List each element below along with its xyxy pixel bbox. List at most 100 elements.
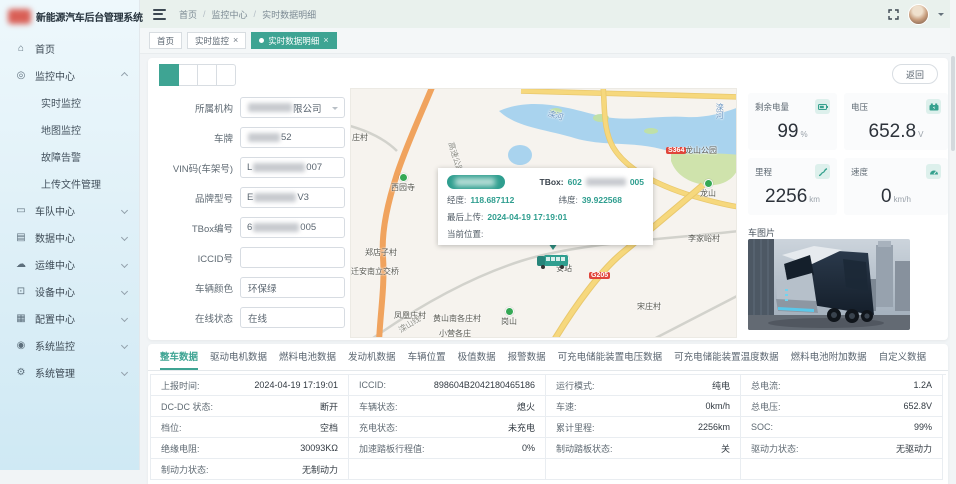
tag-dot (259, 38, 265, 43)
tag-view[interactable]: 实时数据明细 × (251, 32, 337, 49)
sidebar-item[interactable]: 实时监控 (0, 89, 139, 116)
detail-tab[interactable]: 整车数据 (160, 344, 199, 370)
sidebar-item[interactable]: ◎ 监控中心 (0, 62, 139, 89)
panel-tab[interactable] (197, 64, 217, 86)
tag-view[interactable]: 实时监控 × (187, 32, 247, 49)
detail-tab[interactable]: 车辆位置 (408, 344, 446, 370)
cell-key: 驱动力状态: (751, 443, 799, 454)
stat-label: 电压 (851, 101, 869, 112)
sidebar-collapse-icon[interactable] (153, 8, 166, 20)
form-input[interactable]: 在线 (240, 307, 345, 328)
tag-close-icon[interactable]: × (233, 36, 238, 45)
sidebar-item-icon: ⌂ (17, 43, 25, 54)
stat-label: 速度 (851, 166, 869, 177)
detail-tab[interactable]: 极值数据 (458, 344, 496, 370)
detail-tab[interactable]: 燃料电池数据 (279, 344, 336, 370)
trend-route-icon (815, 164, 830, 179)
sidebar-item-icon: ☁ (16, 259, 26, 270)
sidebar-item[interactable]: ☁ 运维中心 (0, 251, 139, 278)
form-label: ICCID号 (197, 253, 233, 265)
form-row: TBox编号 6 005 (152, 217, 345, 238)
cell-value: 30093KΩ (300, 443, 338, 453)
form-row: VIN码(车架号) L 007 (152, 157, 345, 178)
panel-tab[interactable] (159, 64, 179, 86)
sidebar-item[interactable]: ▤ 数据中心 (0, 224, 139, 251)
voltage-battery-icon (926, 99, 941, 114)
cell-value: 熄火 (516, 401, 535, 412)
sidebar-item-icon: ▤ (16, 232, 26, 243)
form-label: 车辆颜色 (194, 283, 233, 295)
form-input[interactable]: L 007 (240, 157, 345, 178)
sidebar-item[interactable]: ⚙ 系统管理 (0, 359, 139, 386)
sidebar-item[interactable]: ▦ 配置中心 (0, 305, 139, 332)
sidebar-item[interactable]: ⊡ 设备中心 (0, 278, 139, 305)
map-label: 龙山 (700, 179, 716, 198)
sidebar-item-icon: ⚙ (16, 367, 26, 378)
detail-cell: 档位: 空档 (151, 417, 349, 438)
panel-tab[interactable] (216, 64, 236, 86)
breadcrumb-item[interactable]: 监控中心 (212, 8, 248, 21)
form-input[interactable]: 限公司 (240, 97, 345, 118)
chevron-down-icon (120, 206, 129, 215)
chevron-down-icon (120, 287, 129, 296)
detail-tab[interactable]: 发动机数据 (348, 344, 396, 370)
user-menu-caret-icon[interactable] (938, 12, 944, 19)
sidebar-item-icon: ▦ (16, 313, 26, 324)
form-input[interactable]: 环保绿 (240, 277, 345, 298)
sidebar-item[interactable]: 故障告警 (0, 143, 139, 170)
detail-cell: 运行模式: 纯电 (546, 375, 741, 396)
sidebar-item[interactable]: 地图监控 (0, 116, 139, 143)
detail-cell: 总电压: 652.8V (741, 396, 943, 417)
sidebar-item[interactable]: ▭ 车队中心 (0, 197, 139, 224)
scrollbar-thumb[interactable] (951, 56, 955, 151)
tag-view[interactable]: 首页 (149, 32, 183, 49)
fullscreen-icon[interactable] (888, 8, 899, 20)
detail-tab[interactable]: 驱动电机数据 (210, 344, 267, 370)
tbox-label: TBox: (539, 177, 564, 187)
cell-value: 2256km (697, 422, 730, 432)
map-poi-icon (703, 179, 713, 188)
location-label: 当前位置: (447, 229, 484, 239)
tag-view-bar: 首页 实时监控 × 实时数据明细 × (140, 28, 956, 54)
detail-tab[interactable]: 可充电储能装置电压数据 (558, 344, 663, 370)
sidebar-item[interactable]: ⌂ 首页 (0, 35, 139, 62)
detail-cell: 充电状态: 未充电 (349, 417, 546, 438)
form-input[interactable]: E V3 (240, 187, 345, 208)
tag-close-icon[interactable]: × (323, 36, 328, 45)
masked-text (248, 103, 292, 112)
form-input[interactable]: 6 005 (240, 217, 345, 238)
form-label: 车牌 (213, 133, 233, 145)
cell-value: 无驱动力 (895, 443, 932, 454)
sidebar-item-icon: ◎ (16, 70, 26, 81)
map-label: S364 (666, 147, 687, 154)
panel-tabs (159, 64, 236, 86)
stat-value: 2256 (765, 186, 808, 207)
map-label: 岗山 (501, 307, 517, 326)
chevron-down-icon (120, 233, 129, 242)
sidebar-item[interactable]: 上传文件管理 (0, 170, 139, 197)
map-label: 滦河 (715, 103, 725, 119)
cell-key: 绝缘电阻: (161, 443, 200, 454)
form-input[interactable]: 52 (240, 127, 345, 148)
sidebar-item[interactable]: ◉ 系统监控 (0, 332, 139, 359)
panel-tab[interactable] (178, 64, 198, 86)
detail-tab[interactable]: 自定义数据 (879, 344, 927, 370)
map-label: 小营各庄 (439, 329, 471, 338)
tbox-suffix: 005 (629, 177, 644, 187)
map-canvas[interactable]: 庄村 西园寺 郑店子村 迁安南立交桥 凤凰庄村 黄山南各庄村 小营各庄 滦山线 … (350, 88, 737, 338)
back-button[interactable]: 返回 (891, 64, 938, 84)
detail-tab[interactable]: 燃料电池附加数据 (791, 344, 867, 370)
stat-label: 剩余电量 (755, 101, 790, 112)
user-avatar[interactable] (908, 3, 929, 25)
detail-tab[interactable]: 报警数据 (508, 344, 546, 370)
realtime-panel: 返回 所属机构 限公司 车牌 52 VIN码(车架号) L 007 品牌型号 E… (148, 58, 948, 340)
form-input[interactable] (240, 247, 345, 268)
breadcrumb-item[interactable]: 首页 (179, 8, 197, 21)
cell-value: 1.2A (913, 380, 932, 390)
masked-text (253, 163, 306, 172)
stat-card-speed: 速度 0 km/h (844, 158, 948, 215)
app-logo (8, 9, 31, 24)
detail-tab[interactable]: 可充电储能装置温度数据 (674, 344, 779, 370)
stat-card-mileage: 里程 2256 km (748, 158, 837, 215)
form-label: TBox编号 (191, 223, 233, 235)
